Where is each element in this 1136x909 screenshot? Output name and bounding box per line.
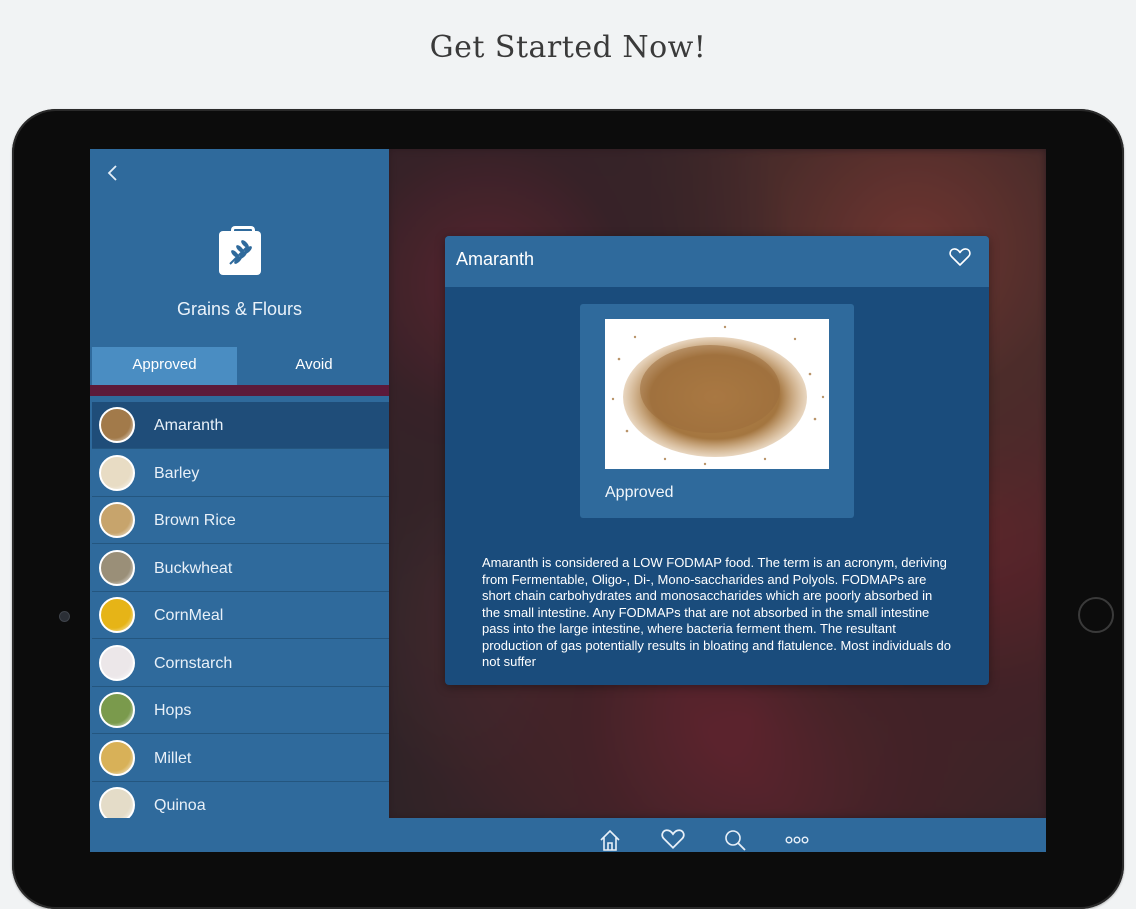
food-thumbnail xyxy=(99,549,135,586)
food-detail-card: Amaranth Approved Amaranth is considered… xyxy=(445,236,989,685)
list-item[interactable]: Barley xyxy=(92,449,389,497)
food-thumbnail xyxy=(99,644,135,681)
list-item[interactable]: Millet xyxy=(92,734,389,782)
food-photo xyxy=(605,319,829,469)
list-item-label: Cornstarch xyxy=(154,654,233,672)
chevron-left-icon xyxy=(107,165,117,181)
food-thumbnail xyxy=(99,454,135,491)
camera-icon xyxy=(59,611,70,622)
home-button xyxy=(1078,597,1114,633)
back-button[interactable] xyxy=(106,163,126,187)
app-screen: Grains & Flours Approved Avoid Amaranth B… xyxy=(90,149,1046,852)
list-item[interactable]: Buckwheat xyxy=(92,544,389,592)
list-item[interactable]: CornMeal xyxy=(92,592,389,639)
food-title: Amaranth xyxy=(456,249,535,269)
tab-avoid[interactable]: Avoid xyxy=(239,347,389,385)
favorite-button[interactable] xyxy=(949,247,973,269)
wheat-bag-icon xyxy=(219,226,261,275)
list-item[interactable]: Cornstarch xyxy=(92,639,389,687)
bottom-tab-bar xyxy=(90,818,1046,852)
heart-icon xyxy=(949,248,971,266)
food-thumbnail xyxy=(99,597,135,633)
list-item[interactable]: Hops xyxy=(92,687,389,734)
list-item[interactable]: Brown Rice xyxy=(92,497,389,544)
status-badge: Approved xyxy=(605,484,674,501)
food-description: Amaranth is considered a LOW FODMAP food… xyxy=(482,555,952,667)
food-thumbnail xyxy=(99,692,135,728)
list-item-label: CornMeal xyxy=(154,607,224,624)
list-item-label: Barley xyxy=(154,464,200,482)
list-item-label: Buckwheat xyxy=(154,559,233,577)
food-image-box: Approved xyxy=(580,304,854,518)
list-item-label: Brown Rice xyxy=(154,512,236,529)
tab-approved[interactable]: Approved xyxy=(92,347,237,385)
food-thumbnail xyxy=(99,407,135,443)
heart-icon[interactable] xyxy=(661,828,685,852)
page-headline: Get Started Now! xyxy=(429,30,707,65)
food-thumbnail xyxy=(99,739,135,776)
category-title: Grains & Flours xyxy=(176,299,303,319)
sidebar: Grains & Flours Approved Avoid Amaranth B… xyxy=(90,149,389,829)
more-icon[interactable] xyxy=(785,828,809,852)
food-thumbnail xyxy=(99,502,135,538)
list-item[interactable]: Amaranth xyxy=(92,402,389,449)
tab-indicator-strip xyxy=(90,385,389,396)
home-icon[interactable] xyxy=(598,828,622,852)
list-item-label: Hops xyxy=(154,702,192,719)
card-header: Amaranth xyxy=(445,236,989,287)
filter-tabs: Approved Avoid xyxy=(90,347,389,385)
list-item-label: Amaranth xyxy=(154,417,224,434)
list-item-label: Millet xyxy=(154,749,192,767)
search-icon[interactable] xyxy=(723,828,747,852)
